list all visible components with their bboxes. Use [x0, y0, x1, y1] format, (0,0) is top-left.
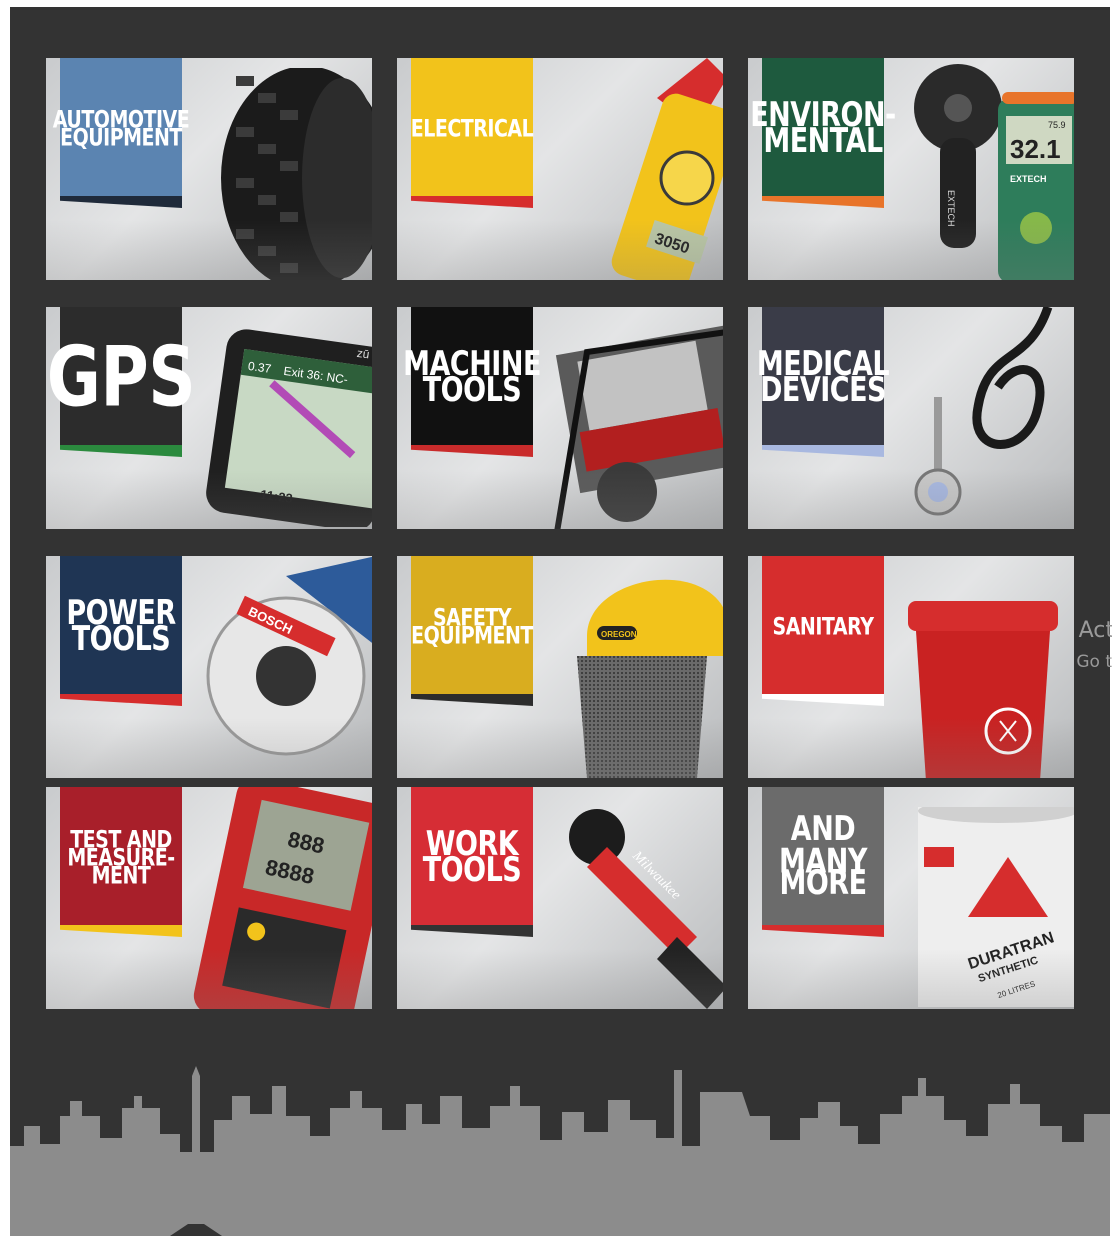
category-banner-test-measurement: TEST AND MEASURE- MENT — [60, 787, 182, 937]
banner-accent-stripe — [60, 445, 182, 457]
svg-text:OREGON: OREGON — [601, 630, 637, 639]
category-tile-power-tools[interactable]: BOSCH POWER TOOLS — [46, 556, 372, 778]
banner-accent-stripe — [411, 694, 533, 706]
banner-accent-stripe — [762, 445, 884, 457]
category-label-line: MORE — [779, 863, 867, 903]
category-label-line: TOOLS — [71, 620, 171, 659]
category-banner-work-tools: WORK TOOLS — [411, 787, 533, 937]
banner-accent-stripe — [762, 925, 884, 937]
category-tile-automotive[interactable]: AUTOMOTIVE EQUIPMENT — [46, 58, 372, 280]
category-tile-electrical[interactable]: 3050 ELECTRICAL — [397, 58, 723, 280]
banner-accent-stripe — [411, 196, 533, 208]
category-tile-test-measurement[interactable]: 888 8888 TEST AND MEASURE- MENT — [46, 787, 372, 1009]
category-banner-and-many-more: AND MANY MORE — [762, 787, 884, 937]
banner-accent-stripe — [60, 196, 182, 208]
category-label-line: EQUIPMENT — [60, 124, 182, 152]
category-tile-safety-equipment[interactable]: OREGON SAFETY EQUIPMENT — [397, 556, 723, 778]
svg-text:EXTECH: EXTECH — [1010, 174, 1047, 184]
category-banner-medical-devices: MEDICAL DEVICES — [757, 307, 890, 457]
category-label-line: SANITARY — [772, 613, 874, 641]
category-banner-environmental: ENVIRON- MENTAL — [750, 58, 896, 208]
category-banner-automotive: AUTOMOTIVE EQUIPMENT — [53, 58, 190, 208]
category-label-line: TOOLS — [422, 851, 522, 890]
category-label-line: MENTAL — [763, 122, 883, 161]
category-label-line: EQUIPMENT — [411, 622, 533, 650]
category-banner-gps: GPS — [47, 307, 196, 457]
activation-watermark: Act — [1078, 618, 1112, 643]
city-skyline — [10, 1066, 1110, 1236]
category-tile-sanitary[interactable]: SANITARY — [748, 556, 1074, 778]
category-banner-electrical: ELECTRICAL — [410, 58, 534, 208]
category-tile-gps[interactable]: 0.37 Exit 36: NC- 11:23 zū GPS — [46, 307, 372, 529]
category-banner-machine-tools: MACHINE TOOLS — [403, 307, 541, 457]
svg-text:32.1: 32.1 — [1010, 134, 1061, 164]
activation-watermark-sub: Go t — [1076, 652, 1112, 672]
category-tile-and-many-more[interactable]: DURATRAN SYNTHETIC 20 LITRES AND MANYMOR… — [748, 787, 1074, 1009]
category-label-line: MENT — [91, 862, 151, 890]
banner-accent-stripe — [411, 925, 533, 937]
banner-accent-stripe — [411, 445, 533, 457]
svg-text:75.9: 75.9 — [1048, 120, 1066, 130]
category-banner-safety-equipment: SAFETY EQUIPMENT — [411, 556, 533, 706]
category-tile-work-tools[interactable]: Milwaukee WORK TOOLS — [397, 787, 723, 1009]
category-tile-machine-tools[interactable]: MACHINE TOOLS — [397, 307, 723, 529]
banner-accent-stripe — [60, 694, 182, 706]
banner-accent-stripe — [762, 196, 884, 208]
category-label-line: GPS — [46, 328, 196, 426]
svg-text:zū: zū — [356, 346, 371, 362]
banner-accent-stripe — [60, 925, 182, 937]
category-label-line: ELECTRICAL — [410, 115, 534, 143]
category-tile-environmental[interactable]: EXTECH 75.9 32.1 EXTECH ENVIRON- MENTAL — [748, 58, 1074, 280]
category-banner-power-tools: POWER TOOLS — [60, 556, 182, 706]
banner-accent-stripe — [762, 694, 884, 706]
category-label-line: TOOLS — [422, 371, 522, 410]
category-tile-medical-devices[interactable]: MEDICAL DEVICES — [748, 307, 1074, 529]
category-label-line: DEVICES — [760, 371, 887, 410]
category-banner-sanitary: SANITARY — [762, 556, 884, 706]
